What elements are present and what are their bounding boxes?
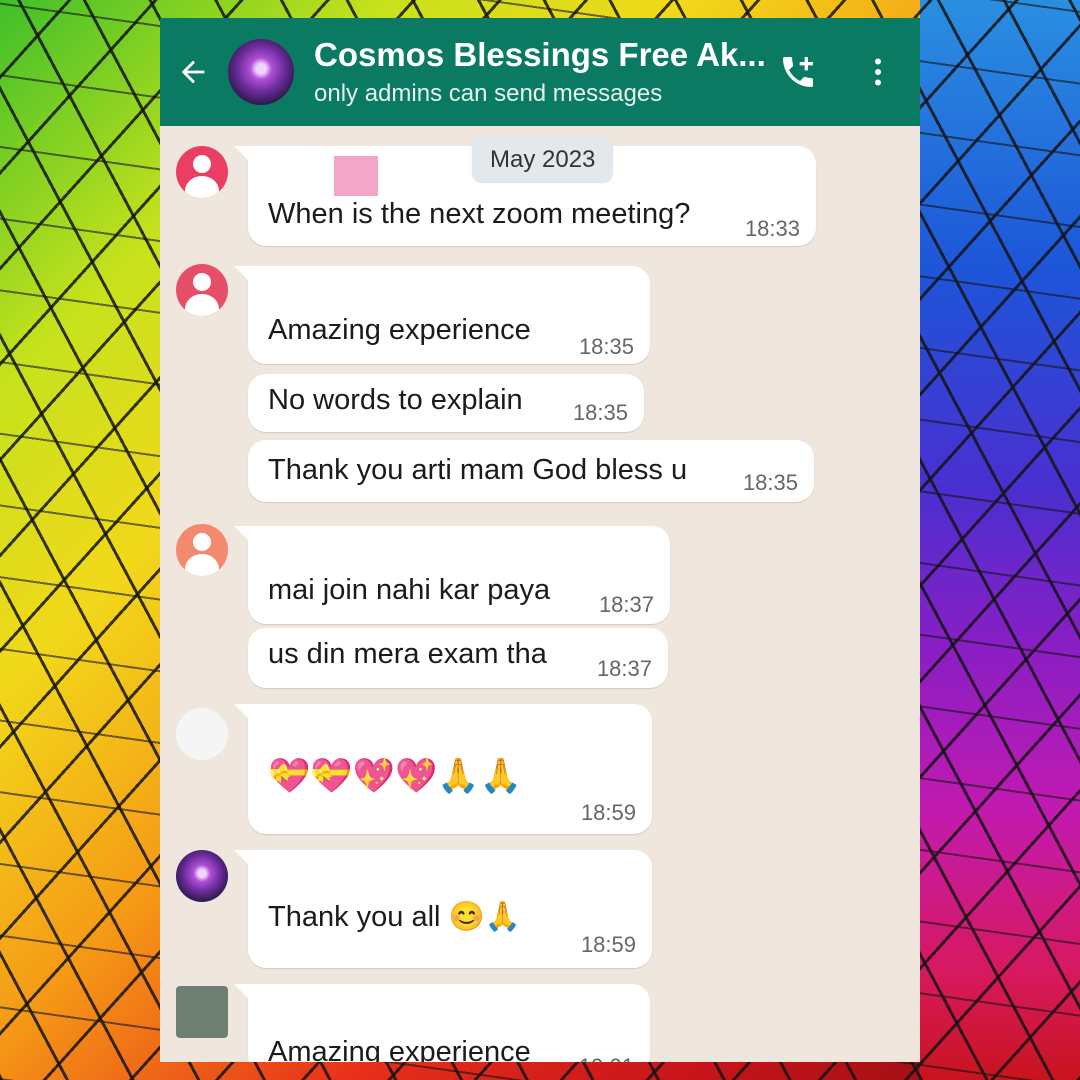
message-time: 19:01 xyxy=(579,1054,634,1062)
sender-avatar[interactable] xyxy=(176,850,228,902)
message-list[interactable]: When is the next zoom meeting? 18:33 May… xyxy=(160,126,920,1062)
message-time: 18:59 xyxy=(580,800,636,825)
sender-avatar[interactable] xyxy=(176,524,228,576)
message-time: 18:35 xyxy=(742,470,798,495)
message-bubble[interactable]: Amazing experience 19:01 xyxy=(234,984,650,1062)
header-text[interactable]: Cosmos Blessings Free Ak... only admins … xyxy=(314,36,776,108)
date-chip: May 2023 xyxy=(472,136,614,182)
message-bubble[interactable]: 💝💝💖💖🙏🙏 18:59 xyxy=(234,704,652,834)
message-bubble[interactable]: Amazing experience 18:35 xyxy=(234,266,650,364)
group-title: Cosmos Blessings Free Ak... xyxy=(314,36,766,73)
message-text: Thank you all 😊🙏 xyxy=(268,901,521,933)
chat-screen: Cosmos Blessings Free Ak... only admins … xyxy=(160,18,920,1062)
back-arrow-icon[interactable] xyxy=(174,53,212,91)
message-text: Amazing experience xyxy=(268,1036,531,1062)
sender-avatar[interactable] xyxy=(176,146,228,198)
message-time: 18:37 xyxy=(596,656,652,681)
emoji-message-text: 💝💝💖💖🙏🙏 xyxy=(268,757,523,795)
message-time: 18:37 xyxy=(598,592,654,617)
message-text: No words to explain xyxy=(268,384,523,416)
message-bubble[interactable]: mai join nahi kar paya 18:37 xyxy=(234,526,670,624)
message-bubble[interactable]: No words to explain 18:35 xyxy=(248,374,644,432)
sender-avatar[interactable] xyxy=(176,708,228,760)
message-text: When is the next zoom meeting? xyxy=(268,198,691,230)
message-text: Thank you arti mam God bless u xyxy=(268,454,688,486)
background-right xyxy=(920,0,1080,1080)
message-text: Amazing experience xyxy=(268,314,531,346)
message-time: 18:35 xyxy=(578,334,634,359)
group-avatar[interactable] xyxy=(228,39,294,105)
group-subtitle: only admins can send messages xyxy=(314,80,663,107)
message-bubble[interactable]: Thank you arti mam God bless u 18:35 xyxy=(248,440,814,502)
sender-avatar[interactable] xyxy=(176,264,228,316)
message-bubble[interactable]: Thank you all 😊🙏 18:59 xyxy=(234,850,652,968)
message-time: 18:59 xyxy=(580,932,636,957)
message-time: 18:33 xyxy=(744,216,800,241)
redacted-block xyxy=(334,156,378,196)
message-time: 18:35 xyxy=(572,400,628,425)
chat-header: Cosmos Blessings Free Ak... only admins … xyxy=(160,18,920,126)
sender-avatar[interactable] xyxy=(176,986,228,1038)
message-bubble[interactable]: us din mera exam tha 18:37 xyxy=(248,628,668,688)
more-vert-icon[interactable] xyxy=(856,50,900,94)
message-text: us din mera exam tha xyxy=(268,638,547,670)
message-text: mai join nahi kar paya xyxy=(268,574,551,606)
add-call-icon[interactable] xyxy=(776,50,820,94)
